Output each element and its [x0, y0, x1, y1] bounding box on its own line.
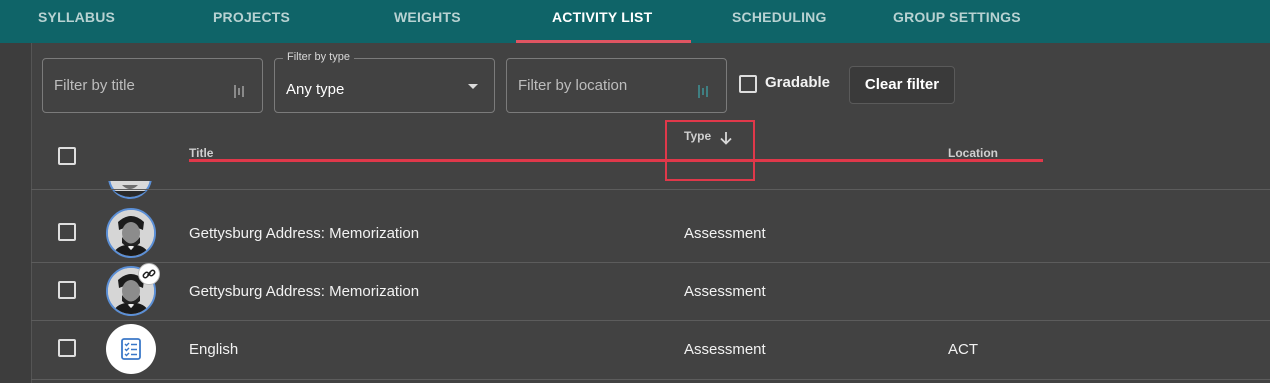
row-checkbox[interactable]	[58, 223, 76, 241]
tab-syllabus[interactable]: SYLLABUS	[38, 0, 115, 43]
select-all-checkbox[interactable]	[58, 147, 76, 165]
top-nav-bar: SYLLABUS PROJECTS WEIGHTS ACTIVITY LIST …	[0, 0, 1270, 43]
link-icon	[138, 263, 160, 285]
mic-icon[interactable]	[697, 83, 711, 100]
filter-type-value: Any type	[286, 81, 345, 98]
row-title[interactable]: Gettysburg Address: Memorization	[189, 225, 419, 242]
tab-activity-list[interactable]: ACTIVITY LIST	[552, 0, 652, 43]
filter-type-select[interactable]: Filter by type Any type	[274, 51, 495, 113]
left-rail	[0, 43, 32, 383]
avatar-partial	[108, 181, 152, 202]
row-divider	[31, 379, 1270, 380]
annotation-underline	[189, 159, 1043, 162]
column-header-location[interactable]: Location	[948, 146, 998, 160]
filter-type-label: Filter by type	[283, 51, 354, 63]
active-tab-indicator	[516, 40, 691, 43]
clear-filter-button[interactable]: Clear filter	[849, 66, 955, 104]
tab-scheduling[interactable]: SCHEDULING	[732, 0, 827, 43]
row-divider	[31, 320, 1270, 321]
column-header-title[interactable]: Title	[189, 146, 213, 160]
row-title[interactable]: English	[189, 341, 238, 358]
filter-title-field[interactable]: Filter by title	[42, 58, 263, 113]
row-type: Assessment	[684, 283, 766, 300]
gradable-label: Gradable	[765, 74, 831, 91]
row-type: Assessment	[684, 341, 766, 358]
chevron-down-icon	[468, 84, 478, 89]
row-divider	[31, 262, 1270, 263]
filter-title-placeholder: Filter by title	[54, 77, 135, 94]
row-location: ACT	[948, 341, 978, 358]
row-type: Assessment	[684, 225, 766, 242]
tab-group-settings[interactable]: GROUP SETTINGS	[893, 0, 1021, 43]
mic-icon[interactable]	[233, 83, 247, 100]
filter-location-field[interactable]: Filter by location	[506, 58, 727, 113]
checklist-icon	[106, 324, 156, 374]
annotation-highlight-box	[665, 120, 755, 181]
row-checkbox[interactable]	[58, 281, 76, 299]
tab-weights[interactable]: WEIGHTS	[394, 0, 461, 43]
lincoln-portrait-avatar	[106, 208, 156, 258]
row-checkbox[interactable]	[58, 339, 76, 357]
tab-projects[interactable]: PROJECTS	[213, 0, 290, 43]
filter-location-placeholder: Filter by location	[518, 77, 628, 94]
gradable-checkbox[interactable]	[739, 75, 757, 93]
header-divider	[31, 189, 1270, 190]
row-title[interactable]: Gettysburg Address: Memorization	[189, 283, 419, 300]
